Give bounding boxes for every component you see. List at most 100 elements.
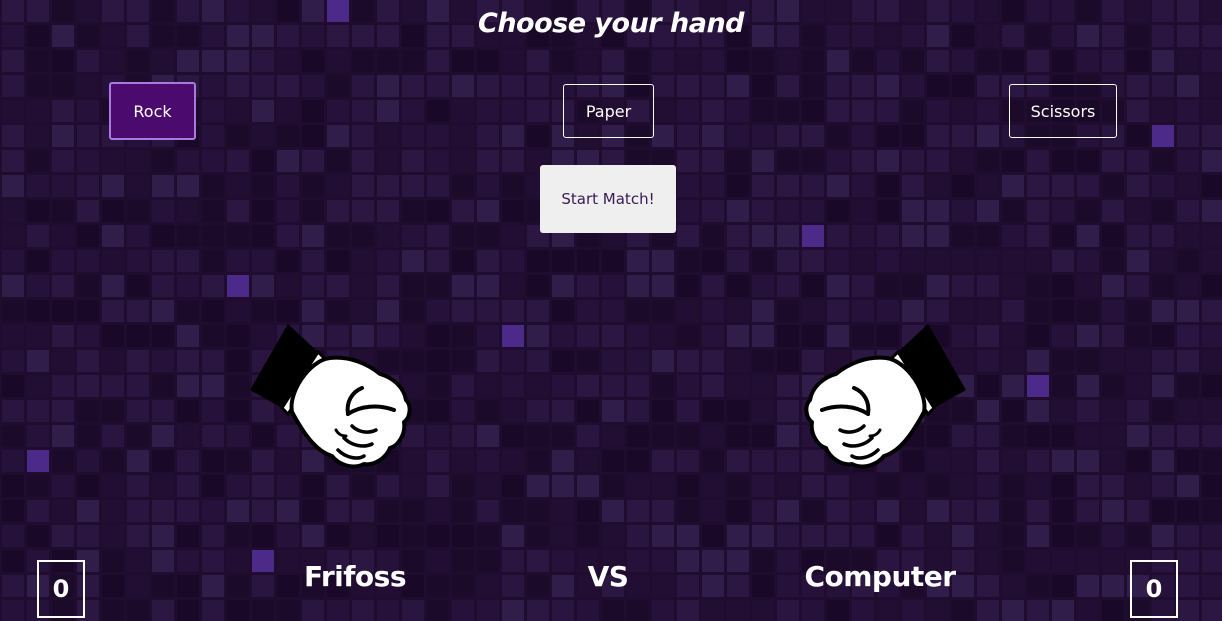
background-tile bbox=[127, 400, 149, 422]
background-tile bbox=[127, 600, 149, 621]
background-tile bbox=[152, 325, 174, 347]
background-tile bbox=[977, 250, 999, 272]
background-tile bbox=[1102, 300, 1124, 322]
background-tile bbox=[577, 475, 599, 497]
background-tile bbox=[927, 525, 949, 547]
background-tile bbox=[402, 525, 424, 547]
background-tile bbox=[827, 200, 849, 222]
background-tile bbox=[52, 425, 74, 447]
background-tile bbox=[702, 375, 724, 397]
background-tile bbox=[752, 50, 774, 72]
background-tile bbox=[627, 50, 649, 72]
background-tile bbox=[52, 500, 74, 522]
start-match-button[interactable]: Start Match! bbox=[540, 165, 676, 233]
background-tile bbox=[752, 475, 774, 497]
background-tile bbox=[402, 300, 424, 322]
background-tile bbox=[77, 500, 99, 522]
background-tile bbox=[952, 150, 974, 172]
background-tile bbox=[177, 375, 199, 397]
background-tile bbox=[427, 425, 449, 447]
background-tile bbox=[727, 325, 749, 347]
background-tile bbox=[877, 125, 899, 147]
background-tile bbox=[677, 425, 699, 447]
background-tile bbox=[27, 200, 49, 222]
background-tile bbox=[902, 475, 924, 497]
background-tile bbox=[202, 450, 224, 472]
background-tile bbox=[1102, 550, 1124, 572]
background-tile bbox=[1152, 225, 1174, 247]
background-tile bbox=[102, 550, 124, 572]
background-tile bbox=[652, 600, 674, 621]
background-tile bbox=[1127, 75, 1149, 97]
background-tile bbox=[702, 150, 724, 172]
background-tile bbox=[627, 375, 649, 397]
background-tile bbox=[352, 100, 374, 122]
rock-button[interactable]: Rock bbox=[109, 82, 196, 140]
background-tile bbox=[1152, 525, 1174, 547]
background-tile bbox=[402, 125, 424, 147]
background-tile bbox=[2, 575, 24, 597]
background-tile bbox=[27, 475, 49, 497]
background-tile bbox=[577, 425, 599, 447]
background-tile bbox=[1077, 375, 1099, 397]
background-tile bbox=[227, 325, 249, 347]
computer-name: Computer bbox=[804, 560, 956, 593]
background-tile bbox=[452, 400, 474, 422]
background-tile bbox=[877, 600, 899, 621]
background-tile bbox=[377, 225, 399, 247]
background-tile bbox=[77, 150, 99, 172]
background-tile bbox=[1177, 200, 1199, 222]
background-tile bbox=[152, 550, 174, 572]
background-tile bbox=[1202, 300, 1222, 322]
background-tile bbox=[1127, 475, 1149, 497]
background-tile bbox=[52, 200, 74, 222]
background-tile bbox=[1202, 125, 1222, 147]
background-tile bbox=[102, 200, 124, 222]
background-tile bbox=[602, 500, 624, 522]
background-tile bbox=[27, 225, 49, 247]
background-tile bbox=[377, 125, 399, 147]
background-tile bbox=[1002, 175, 1024, 197]
background-tile bbox=[877, 300, 899, 322]
background-tile bbox=[1127, 200, 1149, 222]
background-tile bbox=[502, 300, 524, 322]
background-tile bbox=[1177, 250, 1199, 272]
background-tile bbox=[1127, 50, 1149, 72]
background-tile bbox=[1002, 325, 1024, 347]
background-tile bbox=[952, 250, 974, 272]
background-tile bbox=[902, 275, 924, 297]
background-tile bbox=[77, 50, 99, 72]
background-tile bbox=[77, 125, 99, 147]
background-tile bbox=[1052, 250, 1074, 272]
background-tile bbox=[227, 400, 249, 422]
background-tile bbox=[1027, 600, 1049, 621]
background-tile bbox=[52, 300, 74, 322]
background-tile bbox=[577, 325, 599, 347]
background-tile bbox=[827, 475, 849, 497]
background-tile bbox=[302, 175, 324, 197]
background-tile bbox=[102, 300, 124, 322]
paper-button[interactable]: Paper bbox=[563, 84, 654, 138]
background-tile bbox=[1002, 250, 1024, 272]
background-tile bbox=[277, 475, 299, 497]
background-tile bbox=[1002, 225, 1024, 247]
background-tile bbox=[2, 50, 24, 72]
background-tile bbox=[2, 175, 24, 197]
page-title: Choose your hand bbox=[478, 8, 745, 39]
background-tile bbox=[652, 100, 674, 122]
background-tile bbox=[377, 525, 399, 547]
background-tile bbox=[602, 525, 624, 547]
scissors-button[interactable]: Scissors bbox=[1009, 84, 1117, 138]
player-score: 0 bbox=[37, 560, 85, 618]
background-tile bbox=[102, 375, 124, 397]
background-tile bbox=[1002, 550, 1024, 572]
background-tile bbox=[177, 275, 199, 297]
background-tile bbox=[277, 75, 299, 97]
player-fist-icon bbox=[250, 324, 412, 469]
background-tile bbox=[952, 300, 974, 322]
background-tile bbox=[752, 100, 774, 122]
background-tile bbox=[677, 600, 699, 621]
background-tile bbox=[877, 150, 899, 172]
background-tile bbox=[1177, 175, 1199, 197]
background-tile bbox=[77, 200, 99, 222]
